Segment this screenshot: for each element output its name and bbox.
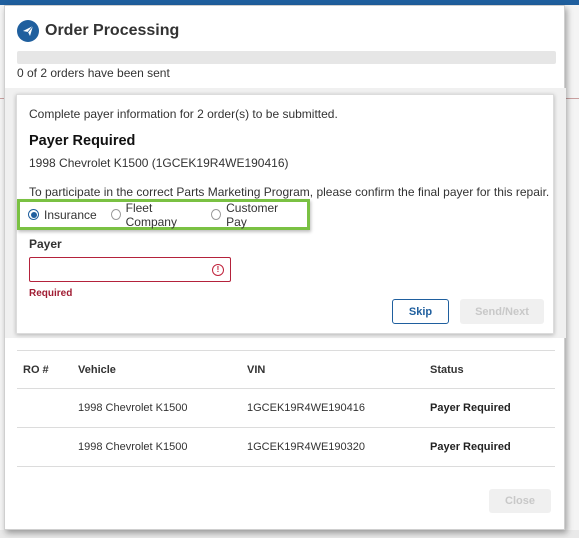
background-page-bottom	[0, 530, 579, 538]
dialog-header: Order Processing	[17, 18, 179, 44]
table-header-row: RO # Vehicle VIN Status	[17, 350, 555, 389]
column-header-status: Status	[430, 363, 464, 376]
column-header-vin: VIN	[247, 363, 266, 376]
table-row: 1998 Chevrolet K1500 1GCEK19R4WE190320 P…	[17, 428, 555, 467]
radio-label: Fleet Company	[125, 200, 177, 229]
paper-plane-icon	[17, 20, 39, 42]
cell-vehicle: 1998 Chevrolet K1500	[78, 441, 188, 453]
cell-vin: 1GCEK19R4WE190416	[247, 402, 366, 414]
table-row: 1998 Chevrolet K1500 1GCEK19R4WE190416 P…	[17, 389, 555, 428]
cell-vehicle: 1998 Chevrolet K1500	[78, 402, 188, 414]
payer-required-heading: Payer Required	[29, 133, 136, 149]
vehicle-info: 1998 Chevrolet K1500 (1GCEK19R4WE190416)	[29, 156, 289, 170]
cell-vin: 1GCEK19R4WE190320	[247, 441, 366, 453]
skip-button[interactable]: Skip	[392, 299, 449, 324]
error-icon: !	[212, 264, 224, 276]
radio-insurance[interactable]: Insurance	[28, 208, 97, 222]
send-next-button[interactable]: Send/Next	[460, 299, 544, 324]
column-header-vehicle: Vehicle	[78, 363, 116, 376]
progress-bar	[17, 51, 556, 64]
cell-status: Payer Required	[430, 441, 511, 453]
radio-label: Insurance	[44, 207, 97, 222]
radio-customer-pay[interactable]: Customer Pay	[211, 201, 293, 229]
payer-input[interactable]: !	[29, 257, 231, 282]
radio-checked-icon[interactable]	[28, 209, 39, 220]
cell-status: Payer Required	[430, 402, 511, 414]
dialog-title: Order Processing	[45, 22, 180, 39]
required-error-text: Required	[29, 288, 73, 299]
payer-required-card: Complete payer information for 2 order(s…	[16, 94, 554, 334]
radio-unchecked-icon[interactable]	[211, 209, 222, 220]
background-divider	[566, 98, 579, 99]
column-header-ro: RO #	[23, 363, 49, 376]
payer-field-label: Payer	[29, 237, 62, 251]
orders-table: RO # Vehicle VIN Status 1998 Chevrolet K…	[17, 350, 555, 467]
participate-message: To participate in the correct Parts Mark…	[29, 185, 550, 199]
order-processing-dialog: Order Processing 0 of 2 orders have been…	[4, 5, 566, 530]
close-button[interactable]: Close	[489, 489, 551, 513]
background-page-right	[565, 5, 579, 530]
payer-type-radio-group: Insurance Fleet Company Customer Pay	[17, 199, 310, 230]
progress-text: 0 of 2 orders have been sent	[17, 66, 170, 80]
radio-fleet-company[interactable]: Fleet Company	[110, 200, 198, 229]
complete-message: Complete payer information for 2 order(s…	[29, 107, 338, 121]
radio-unchecked-icon[interactable]	[110, 209, 121, 220]
radio-label: Customer Pay	[226, 200, 279, 229]
